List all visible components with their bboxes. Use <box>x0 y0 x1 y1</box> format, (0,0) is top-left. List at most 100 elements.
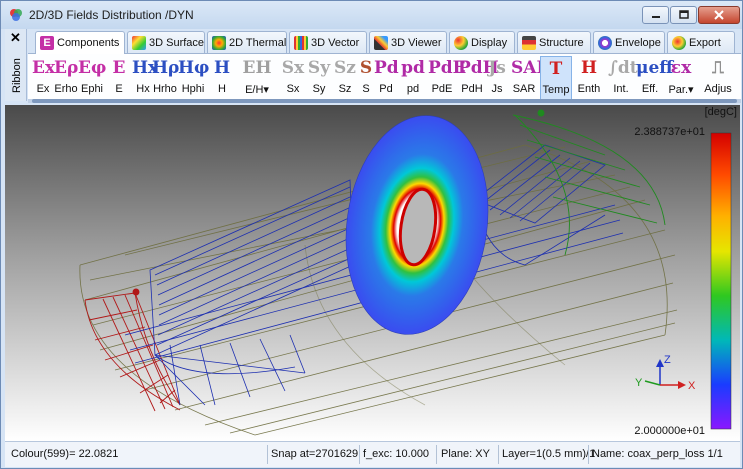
tool-hx-icon: Hx <box>132 58 159 78</box>
tab-export[interactable]: Export <box>667 31 735 53</box>
export-icon <box>672 35 686 50</box>
tool-hphi-icon: Hφ <box>178 58 210 78</box>
tab-3d-viewer[interactable]: 3D Viewer <box>369 31 447 53</box>
tool-js-button[interactable]: Js Js <box>486 56 508 100</box>
maximize-icon <box>678 10 689 19</box>
tool-label: Par.▾ <box>668 84 694 96</box>
tool-pd-icon: Pd <box>374 58 399 78</box>
tool-hx-button[interactable]: Hx Hx <box>132 56 159 100</box>
tool-eff-button[interactable]: μeff Eff. <box>636 56 674 100</box>
minimize-button[interactable] <box>642 6 669 24</box>
tool-label: PdE <box>431 83 453 95</box>
scrollbar-thumb[interactable] <box>32 99 737 103</box>
tool-sx-icon: Sx <box>281 58 305 78</box>
status-name: Name: coax_perp_loss 1/1 <box>592 448 723 460</box>
envelope-icon <box>598 35 612 50</box>
tool-label: Enth <box>577 83 601 95</box>
tool-adjus-icon: ⎍ <box>712 58 724 78</box>
tool-label: SAR <box>512 83 536 95</box>
status-snap: Snap at=2701629 <box>271 448 359 460</box>
tab-label: Components <box>57 37 120 49</box>
tool-ex-button[interactable]: Ex Ex <box>32 56 56 100</box>
tab-label: 3D Vector <box>311 36 360 49</box>
tool-pdh-button[interactable]: PdH PdH <box>458 56 499 100</box>
tool-eh-button[interactable]: EH E/H▾ <box>238 56 276 100</box>
tool-pd-icon: pd <box>401 58 425 78</box>
viewer-3d-icon <box>374 35 388 50</box>
tool-label: H <box>218 83 226 95</box>
title-bar: 2D/3D Fields Distribution /DYN <box>1 1 742 29</box>
tool-label: Js <box>491 83 503 95</box>
status-bar: Colour(599)= 22.0821 Snap at=2701629 f_e… <box>5 441 740 467</box>
3d-viewport[interactable]: [degC] 2.388737e+01 2.000000e+01 Z X Y <box>5 105 740 441</box>
tab-label: Export <box>689 36 721 49</box>
tool-ex-icon: Ex <box>32 58 56 78</box>
axis-z-label: Z <box>664 354 671 366</box>
tool-pd-button[interactable]: pd pd <box>400 56 426 100</box>
tool-ephi-icon: Eφ <box>78 58 107 78</box>
tool-pde-button[interactable]: PdE PdE <box>428 56 466 100</box>
tool-label: E <box>115 83 123 95</box>
tool-label: pd <box>406 83 420 95</box>
tool-hphi-button[interactable]: Hφ Hphi <box>178 56 210 100</box>
tab-2d-thermal[interactable]: 2D Thermal <box>207 31 287 53</box>
tool-label: Int. <box>613 83 629 95</box>
status-colour: Colour(599)= 22.0821 <box>11 448 119 460</box>
status-layer: Layer=1(0.5 mm)/1 <box>502 448 596 460</box>
tool-h-button[interactable]: HH <box>210 56 234 100</box>
close-button[interactable] <box>698 6 740 24</box>
tool-pd-button[interactable]: Pd Pd <box>374 56 399 100</box>
tool-adjus-button[interactable]: ⎍ Adjus <box>698 56 738 100</box>
tool-enth-button[interactable]: H Enth <box>574 56 604 100</box>
tool-sy-button[interactable]: Sy Sy <box>307 56 331 100</box>
tool-sz-button[interactable]: Sz Sz <box>333 56 357 100</box>
tool-label: Sy <box>312 83 326 95</box>
tool-label: E/H▾ <box>245 84 269 96</box>
tool-eff-icon: μeff <box>636 58 674 78</box>
colorbar-max-label: 2.388737e+01 <box>634 126 705 138</box>
ribbon-scrollbar[interactable] <box>28 99 741 103</box>
tool-par-button[interactable]: εx Par.▾ <box>666 56 696 100</box>
tool-temp-button[interactable]: T Temp <box>540 56 572 100</box>
tool-label: Eff. <box>641 83 659 95</box>
tool-s-button[interactable]: SS <box>358 56 374 100</box>
status-f-exc: f_exc: 10.000 <box>363 448 430 460</box>
temperature-colorbar <box>710 132 732 430</box>
tool-int-button[interactable]: ∫dt Int. <box>608 56 638 100</box>
thermal-2d-icon <box>212 35 226 50</box>
maximize-button[interactable] <box>670 6 697 24</box>
tool-hrho-button[interactable]: Hρ Hrho <box>152 56 179 100</box>
tool-ephi-button[interactable]: Eφ Ephi <box>78 56 106 100</box>
tab-label: 2D Thermal <box>229 36 287 49</box>
surface-3d-icon <box>132 35 146 50</box>
tab-label: Envelope <box>615 36 661 49</box>
tab-display[interactable]: Display <box>449 31 515 53</box>
tool-sz-icon: Sz <box>334 58 356 78</box>
axis-y-label: Y <box>635 377 643 389</box>
structure-icon <box>522 35 536 50</box>
tool-int-icon: ∫dt <box>608 58 638 78</box>
tab-3d-vector[interactable]: 3D Vector <box>289 31 367 53</box>
tab-label: Display <box>471 36 508 49</box>
tool-label: Temp <box>542 84 570 96</box>
tool-erho-button[interactable]: Eρ Erho <box>54 56 78 100</box>
tool-e-button[interactable]: EE <box>108 56 130 100</box>
tab-3d-surface[interactable]: 3D Surface <box>127 31 205 53</box>
tab-label: 3D Surface <box>149 36 205 49</box>
main-window: 2D/3D Fields Distribution /DYN ✕ Ribbon … <box>0 0 743 469</box>
tab-envelope[interactable]: Envelope <box>593 31 665 53</box>
tool-label: Adjus <box>704 83 732 95</box>
tool-label: Hphi <box>181 83 205 95</box>
ribbon-side-panel: ✕ Ribbon <box>5 29 27 101</box>
tool-erho-icon: Eρ <box>54 58 79 78</box>
tool-label: PdH <box>461 83 483 95</box>
tool-sar-button[interactable]: SAR SAR <box>511 56 551 100</box>
ribbon-close-icon[interactable]: ✕ <box>10 30 21 46</box>
tab-structure[interactable]: Structure <box>517 31 591 53</box>
tool-sx-button[interactable]: Sx Sx <box>281 56 305 100</box>
status-plane: Plane: XY <box>441 448 490 460</box>
colorbar-min-label: 2.000000e+01 <box>634 425 705 437</box>
tab-components[interactable]: E Components <box>35 31 125 54</box>
ribbon-toolbar: Ex Ex Eρ Erho Eφ Ephi E E Hx Hx Hρ Hrho Hφ Hphi H H EH E/… <box>28 53 741 101</box>
tab-label: Structure <box>539 36 584 49</box>
